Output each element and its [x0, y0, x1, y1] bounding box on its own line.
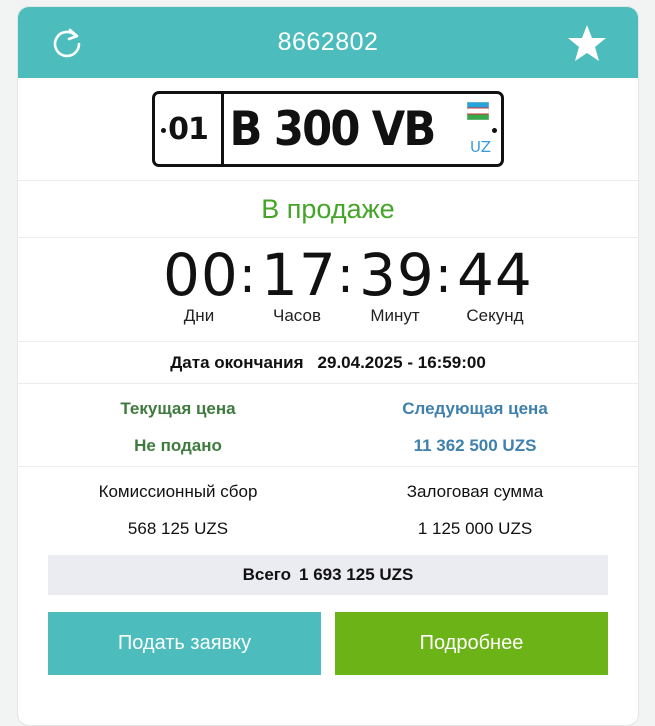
details-button[interactable]: Подробнее [335, 612, 608, 675]
end-date-value: 29.04.2025 - 16:59:00 [317, 352, 486, 372]
plate-dot-left [161, 128, 166, 133]
deposit-label: Залоговая сумма [406, 482, 544, 501]
sale-status: В продаже [18, 181, 638, 238]
fees-section: Комиссионный сбор 568 125 UZS Залоговая … [18, 467, 638, 562]
total-value: 1 693 125 UZS [299, 565, 414, 584]
plate-country: UZ [470, 138, 491, 156]
lot-number: 8662802 [277, 28, 379, 56]
deposit-value: 1 125 000 UZS [417, 519, 533, 538]
plate-section: 01 B 300 VB UZ [18, 78, 638, 181]
total-label: Всего [242, 565, 292, 584]
countdown-hours-label: Часов [273, 306, 321, 325]
end-date-row: Дата окончания 29.04.2025 - 16:59:00 [18, 342, 638, 384]
countdown-separator: : [435, 246, 452, 304]
plate-dot-right [492, 128, 497, 133]
countdown-minutes: 39 [359, 241, 435, 309]
next-price-label: Следующая цена [402, 399, 548, 418]
current-price-value: Не подано [134, 436, 222, 455]
countdown-timer: 00 : 17 : 39 : 44 Дни Часов Минут Секунд [18, 238, 638, 342]
refresh-icon[interactable] [51, 27, 83, 59]
apply-button[interactable]: Подать заявку [48, 612, 321, 675]
prices-section: Текущая цена Не подано Следующая цена 11… [18, 384, 638, 467]
uz-flag-icon [467, 102, 489, 120]
countdown-days: 00 [163, 241, 239, 309]
commission-label: Комиссионный сбор [98, 482, 258, 501]
countdown-days-label: Дни [183, 306, 215, 325]
lot-header: 8662802 [18, 7, 638, 78]
plate-number: B 300 VB [229, 101, 437, 157]
countdown-seconds-label: Секунд [466, 306, 524, 325]
star-icon[interactable] [567, 24, 607, 62]
countdown-separator: : [337, 246, 354, 304]
countdown-seconds: 44 [457, 241, 533, 309]
commission-value: 568 125 UZS [127, 519, 229, 538]
status-text: В продаже [261, 193, 395, 224]
countdown-minutes-label: Минут [370, 306, 420, 325]
countdown-hours: 17 [261, 241, 337, 309]
lot-card: 8662802 01 B 300 VB UZ В продаже 00 : 17… [17, 6, 639, 726]
end-date-label: Дата окончания [170, 352, 304, 372]
current-price-label: Текущая цена [120, 399, 236, 418]
next-price-value: 11 362 500 UZS [413, 436, 537, 455]
countdown-separator: : [239, 246, 256, 304]
license-plate: 01 B 300 VB UZ [152, 91, 504, 167]
total-row: Всего 1 693 125 UZS [48, 555, 608, 595]
